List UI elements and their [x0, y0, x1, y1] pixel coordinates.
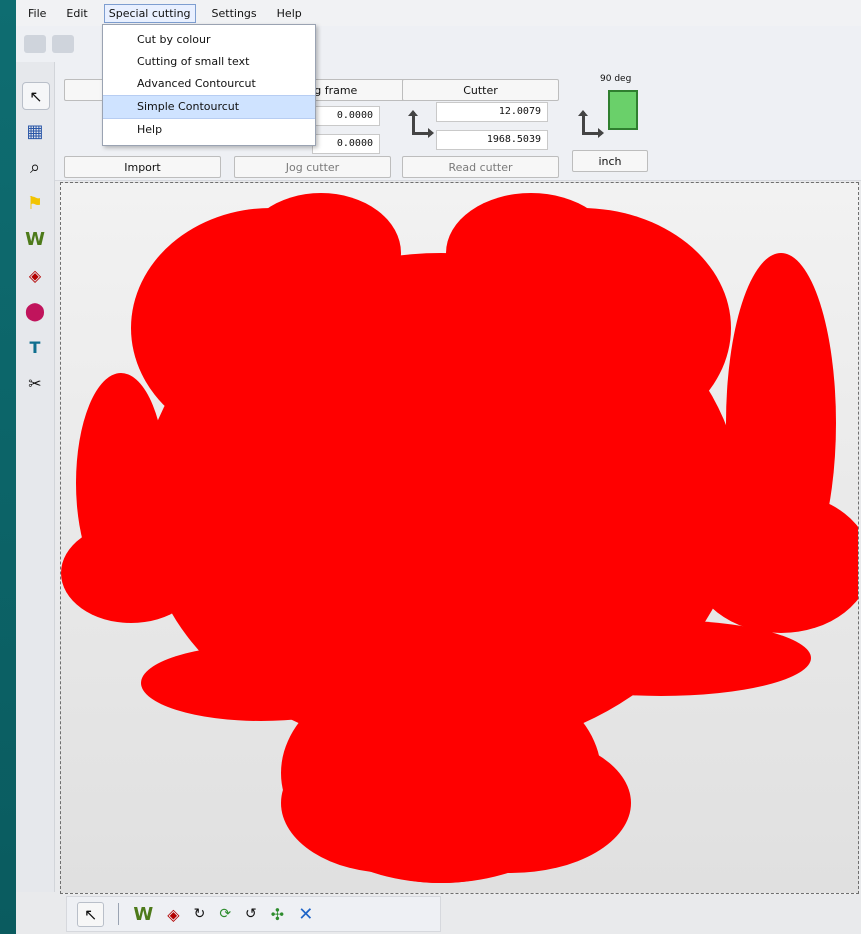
menu-special-cutting[interactable]: Special cutting	[103, 3, 196, 23]
zoom-tool[interactable]: ⌕	[22, 154, 48, 180]
menu-file[interactable]: File	[24, 5, 50, 22]
text-tool[interactable]: T	[22, 334, 48, 360]
pointer-tool[interactable]: ↖	[22, 82, 50, 110]
material-sheet-icon[interactable]	[608, 90, 638, 130]
left-y-field[interactable]: 0.0000	[312, 134, 380, 154]
menu-item-help[interactable]: Help	[103, 119, 315, 141]
grid-tool[interactable]: ▦	[22, 118, 48, 144]
menu-item-simple-contourcut[interactable]: Simple Contourcut	[103, 95, 315, 119]
jog-cutter-label: Jog cutter	[285, 160, 340, 174]
menu-item-cutting-small-text[interactable]: Cutting of small text	[103, 51, 315, 73]
cutter-button[interactable]: Cutter	[402, 79, 559, 101]
pointer-icon: ↖	[29, 86, 43, 106]
menu-item-cut-by-colour[interactable]: Cut by colour	[103, 29, 315, 51]
read-cutter-label: Read cutter	[448, 160, 513, 174]
open-folder-icon[interactable]	[24, 35, 46, 53]
cutter-y-field[interactable]: 1968.5039	[436, 130, 548, 150]
bottom-registration-mark-icon[interactable]: ◈	[167, 905, 179, 924]
rotation-label: 90 deg	[600, 74, 632, 84]
import-button[interactable]: Import	[64, 156, 221, 178]
toolbar-icon-2[interactable]	[52, 35, 74, 53]
scissors-icon: ✂	[28, 373, 42, 393]
import-label: Import	[124, 160, 161, 174]
fill-tool[interactable]: ⬤	[22, 298, 48, 324]
red-shape-graphic	[61, 193, 858, 883]
material-axis-icon	[576, 110, 604, 138]
axis-origin-icon	[406, 110, 434, 138]
menu-help[interactable]: Help	[273, 5, 306, 22]
scissors-tool[interactable]: ✂	[22, 370, 48, 396]
left-toolbar: ↖ ▦ ⌕ ⚑ W ◈ ⬤ T ✂	[16, 62, 55, 892]
text-icon: T	[29, 337, 41, 357]
menu-settings[interactable]: Settings	[208, 5, 261, 22]
grid-icon: ▦	[26, 120, 44, 142]
rotate-90-icon[interactable]: ↻	[194, 906, 206, 922]
unit-button[interactable]: inch	[572, 150, 648, 172]
unit-label: inch	[598, 154, 622, 168]
flag-icon: ⚑	[26, 192, 44, 214]
left-x-field[interactable]: 0.0000	[312, 106, 380, 126]
move-icon[interactable]: ✣	[271, 905, 284, 924]
rotate-icon[interactable]: ⟳	[219, 906, 231, 922]
bottom-pointer-icon[interactable]: ↖	[77, 901, 105, 927]
rotate-0-icon[interactable]: ↺	[245, 906, 257, 922]
cutter-x-field[interactable]: 12.0079	[436, 102, 548, 122]
fill-icon: ⬤	[24, 300, 46, 322]
bottom-weed-icon[interactable]: W	[133, 904, 153, 925]
separator	[118, 903, 120, 925]
bottom-toolbar: ↖ W ◈ ↻ ⟳ ↺ ✣ ✕	[66, 896, 441, 932]
jog-cutter-button[interactable]: Jog cutter	[234, 156, 391, 178]
special-cutting-dropdown: Cut by colour Cutting of small text Adva…	[102, 24, 316, 146]
weed-tool[interactable]: W	[22, 226, 48, 252]
read-cutter-button[interactable]: Read cutter	[402, 156, 559, 178]
menu-item-advanced-contourcut[interactable]: Advanced Contourcut	[103, 73, 315, 95]
menu-edit[interactable]: Edit	[62, 5, 91, 22]
cutter-label: Cutter	[463, 83, 498, 97]
drawing-canvas[interactable]	[60, 182, 859, 894]
application-window: File Edit Special cutting Settings Help …	[16, 0, 861, 934]
registration-mark-tool[interactable]: ◈	[22, 262, 48, 288]
flag-tool[interactable]: ⚑	[22, 190, 48, 216]
zoom-icon: ⌕	[29, 156, 41, 178]
weed-icon: W	[25, 228, 45, 250]
registration-mark-icon: ◈	[28, 265, 42, 285]
delete-icon[interactable]: ✕	[298, 904, 313, 925]
menu-bar: File Edit Special cutting Settings Help	[16, 0, 861, 27]
